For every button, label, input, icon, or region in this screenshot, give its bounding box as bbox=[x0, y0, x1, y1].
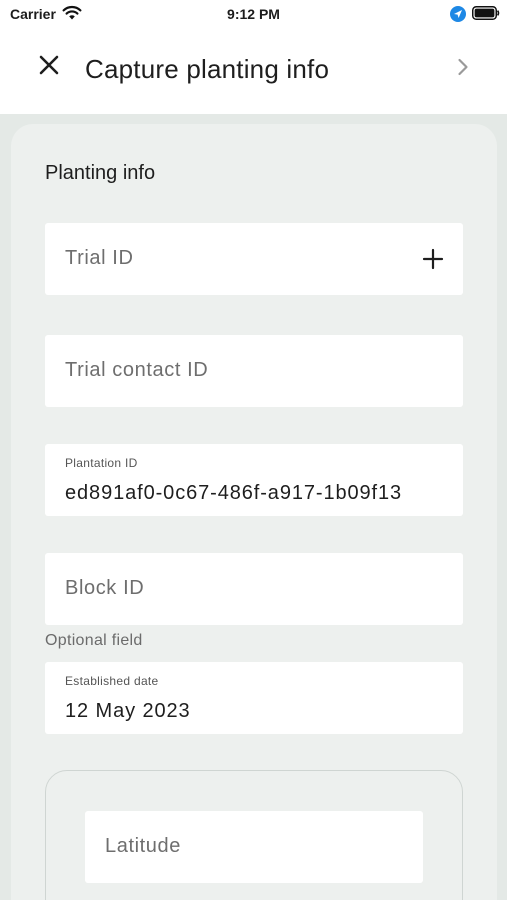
section-title: Planting info bbox=[45, 162, 156, 184]
established-date-label: Established date bbox=[65, 674, 159, 688]
trial-contact-id-placeholder: Trial contact ID bbox=[65, 359, 209, 381]
trial-contact-id-field[interactable]: Trial contact ID bbox=[45, 335, 463, 407]
trial-id-placeholder: Trial ID bbox=[65, 247, 134, 269]
established-date-value: 12 May 2023 bbox=[65, 700, 191, 722]
battery-icon bbox=[472, 6, 500, 25]
block-id-helper-text: Optional field bbox=[45, 632, 143, 649]
block-id-placeholder: Block ID bbox=[65, 577, 145, 599]
page-title: Capture planting info bbox=[85, 54, 330, 84]
block-id-field[interactable]: Block ID bbox=[45, 553, 463, 625]
plantation-id-label: Plantation ID bbox=[65, 456, 138, 470]
trial-id-field[interactable]: Trial ID bbox=[45, 223, 463, 295]
add-icon[interactable] bbox=[421, 247, 445, 271]
chevron-right-icon bbox=[457, 58, 469, 81]
plantation-id-value: ed891af0-0c67-486f-a917-1b09f13 bbox=[65, 482, 403, 504]
close-icon bbox=[39, 55, 59, 80]
established-date-field[interactable]: Established date 12 May 2023 bbox=[45, 662, 463, 734]
app-bar: Capture planting info bbox=[0, 28, 507, 114]
latitude-field[interactable]: Latitude bbox=[85, 811, 423, 883]
location-services-icon bbox=[450, 6, 466, 27]
status-time: 9:12 PM bbox=[227, 6, 280, 22]
latitude-placeholder: Latitude bbox=[105, 835, 181, 857]
next-button[interactable] bbox=[450, 56, 476, 82]
close-button[interactable] bbox=[34, 52, 64, 82]
status-bar: Carrier 9:12 PM bbox=[0, 0, 507, 28]
plantation-id-field[interactable]: Plantation ID ed891af0-0c67-486f-a917-1b… bbox=[45, 444, 463, 516]
